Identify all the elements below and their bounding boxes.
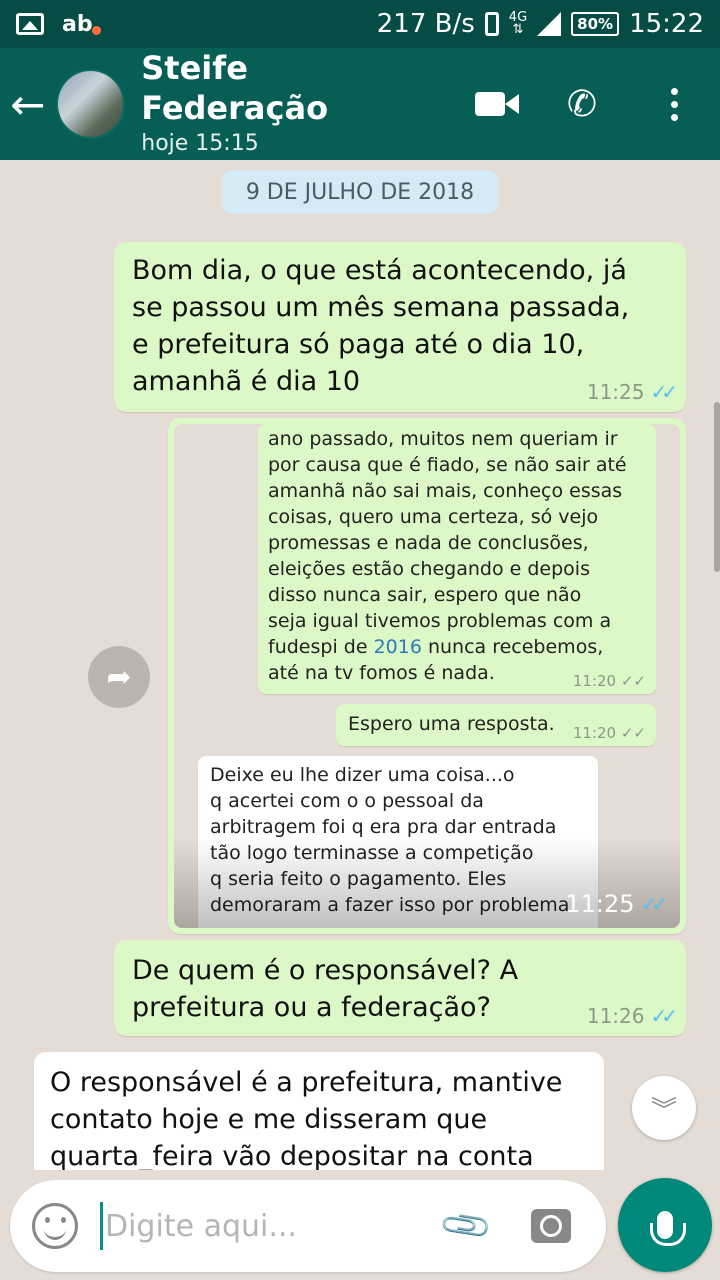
contact-name: Steife Federação (141, 49, 329, 127)
image-time: 11:25 ✓✓ (565, 890, 668, 918)
message-list[interactable]: 9 DE JULHO DE 2018 Bom dia, o que está a… (0, 160, 720, 1170)
app-notification-icon: ab (62, 11, 101, 37)
chat-header: ← Steife Federação hoje 15:15 ✆ (0, 48, 720, 160)
forward-button[interactable]: ➦ (88, 646, 150, 708)
scroll-to-bottom-button[interactable]: ︾ (632, 1076, 696, 1140)
attach-icon[interactable]: 📎 (437, 1197, 495, 1255)
image-message-bubble[interactable]: ano passado, muitos nem queriam ir por c… (168, 418, 686, 934)
message-bubble-outgoing[interactable]: De quem é o responsável? A prefeitura ou… (114, 940, 686, 1036)
scrollbar[interactable] (714, 402, 720, 572)
back-button[interactable]: ← (0, 48, 56, 160)
gallery-notification-icon (16, 13, 44, 35)
message-text: O responsável é a prefeitura, mantive co… (50, 1067, 563, 1170)
double-check-icon: ✓✓ (640, 892, 667, 916)
message-composer: 📎 (10, 1180, 606, 1272)
share-arrow-icon: ➦ (106, 659, 132, 695)
chevron-double-down-icon: ︾ (650, 1095, 677, 1126)
arrow-left-icon: ← (10, 79, 46, 129)
voice-record-button[interactable] (618, 1178, 712, 1272)
network-speed: 217 B/s (376, 9, 475, 39)
more-options-button[interactable] (628, 48, 720, 160)
message-text: Bom dia, o que está acontecendo, já se p… (132, 255, 630, 397)
more-vertical-icon (670, 87, 678, 121)
vibrate-icon (484, 12, 499, 36)
image-message-1: ano passado, muitos nem queriam ir por c… (258, 424, 656, 694)
message-input[interactable] (105, 1208, 435, 1244)
signal-icon (537, 12, 562, 36)
clock: 15:22 (629, 9, 704, 39)
contact-info[interactable]: Steife Federação hoje 15:15 (141, 48, 444, 160)
video-call-button[interactable] (444, 48, 536, 160)
double-check-icon: ✓✓ (650, 380, 677, 404)
emoji-icon[interactable] (32, 1203, 78, 1249)
status-bar: ab 217 B/s 4G ⇅ 80% 15:22 (0, 0, 720, 48)
message-bubble-outgoing[interactable]: Bom dia, o que está acontecendo, já se p… (114, 242, 686, 412)
date-chip: 9 DE JULHO DE 2018 (222, 170, 498, 214)
message-bubble-incoming[interactable]: O responsável é a prefeitura, mantive co… (34, 1052, 604, 1170)
double-check-icon: ✓✓ (650, 1004, 677, 1028)
message-time: 11:26 (586, 1004, 645, 1028)
battery-indicator: 80% (571, 12, 620, 36)
last-seen: hoje 15:15 (141, 131, 259, 156)
phone-icon: ✆ (566, 83, 598, 125)
video-camera-icon (475, 92, 519, 116)
microphone-icon (650, 1211, 686, 1246)
voice-call-button[interactable]: ✆ (536, 48, 628, 160)
screenshot-image[interactable]: ano passado, muitos nem queriam ir por c… (174, 424, 680, 928)
image-message-2: Espero uma resposta. 11:20 ✓✓ (336, 704, 656, 746)
message-time: 11:25 (586, 380, 645, 404)
contact-avatar[interactable] (55, 69, 126, 139)
camera-icon[interactable] (531, 1209, 572, 1243)
network-type: 4G ⇅ (508, 10, 528, 37)
